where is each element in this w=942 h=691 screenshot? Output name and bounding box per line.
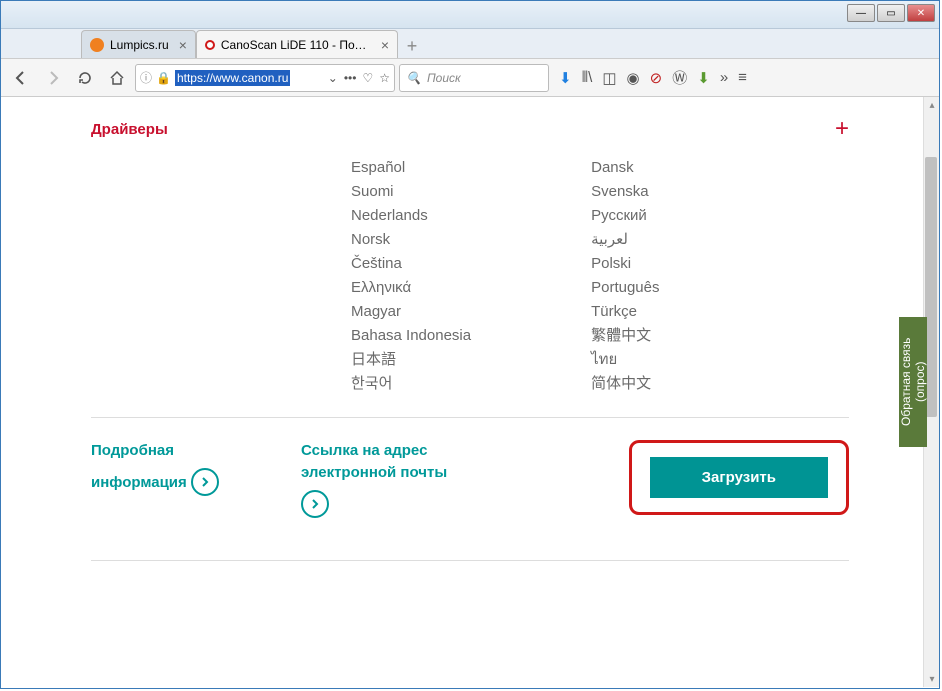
- tab-bar: Lumpics.ru × CanoScan LiDE 110 - Поддерж…: [1, 29, 939, 59]
- language-option[interactable]: 한국어: [351, 373, 471, 395]
- scroll-down-arrow[interactable]: ▾: [924, 671, 939, 687]
- tab-favicon: [90, 38, 104, 52]
- section-title: Драйверы: [91, 121, 168, 138]
- language-option[interactable]: ไทย: [591, 349, 659, 371]
- bookmark-star-icon[interactable]: ☆: [379, 71, 390, 85]
- tab-title: CanoScan LiDE 110 - Поддерж: [221, 38, 371, 52]
- download-highlight-box: Загрузить: [629, 440, 849, 515]
- language-option[interactable]: Norsk: [351, 229, 471, 251]
- link-label: Подробная информация: [91, 442, 187, 491]
- search-bar[interactable]: 🔍 Поиск: [399, 64, 549, 92]
- library-icon[interactable]: ⦀\: [582, 69, 593, 86]
- language-option[interactable]: Ελληνικά: [351, 277, 471, 299]
- extension-icon[interactable]: ◉: [627, 69, 640, 87]
- extension-icon-2[interactable]: Ⓦ: [672, 67, 687, 88]
- url-text: https://www.canon.ru: [175, 70, 290, 86]
- action-row: Подробная информация Ссылка на адрес эле…: [91, 440, 849, 538]
- reload-button[interactable]: [71, 64, 99, 92]
- url-bar[interactable]: ⓘ 🔒 https://www.canon.ru ⌄ ••• ♡ ☆: [135, 64, 395, 92]
- new-tab-button[interactable]: +: [398, 34, 426, 58]
- chevron-right-icon: [301, 490, 329, 518]
- site-info-icon[interactable]: ⓘ: [140, 69, 152, 86]
- search-icon: 🔍: [406, 71, 421, 85]
- language-option[interactable]: Русский: [591, 205, 659, 227]
- language-option[interactable]: 日本語: [351, 349, 471, 371]
- page-actions-icon[interactable]: •••: [344, 71, 357, 85]
- language-option[interactable]: Suomi: [351, 181, 471, 203]
- language-option[interactable]: Dansk: [591, 157, 659, 179]
- language-option[interactable]: Čeština: [351, 253, 471, 275]
- language-option[interactable]: Nederlands: [351, 205, 471, 227]
- browser-tab-canon[interactable]: CanoScan LiDE 110 - Поддерж ×: [196, 30, 398, 58]
- link-label: Ссылка на адрес электронной почты: [301, 442, 447, 481]
- drivers-section-header[interactable]: Драйверы +: [91, 97, 849, 157]
- language-option[interactable]: Svenska: [591, 181, 659, 203]
- divider: [91, 417, 849, 418]
- back-button[interactable]: [7, 64, 35, 92]
- tab-favicon: [205, 40, 215, 50]
- page-content: ▴ ▾ Драйверы + Español Suomi Nederlands …: [1, 97, 939, 687]
- window-close-button[interactable]: ✕: [907, 4, 935, 22]
- language-option[interactable]: Español: [351, 157, 471, 179]
- language-option[interactable]: Polski: [591, 253, 659, 275]
- menu-icon[interactable]: ≡: [738, 69, 747, 86]
- language-list: Español Suomi Nederlands Norsk Čeština Ε…: [91, 157, 849, 395]
- language-option[interactable]: 繁體中文: [591, 325, 659, 347]
- language-column-2: Dansk Svenska Русский لعربية Polski Port…: [591, 157, 659, 395]
- expand-plus-icon[interactable]: +: [835, 115, 849, 143]
- window-minimize-button[interactable]: —: [847, 4, 875, 22]
- pocket-icon[interactable]: ♡: [362, 71, 373, 85]
- tab-close-icon[interactable]: ×: [381, 37, 389, 53]
- language-option[interactable]: لعربية: [591, 229, 659, 251]
- language-option[interactable]: Português: [591, 277, 659, 299]
- feedback-side-tab[interactable]: Обратная связь (опрос): [899, 317, 927, 447]
- window-titlebar: — ▭ ✕: [1, 1, 939, 29]
- overflow-icon[interactable]: »: [720, 69, 728, 86]
- tab-title: Lumpics.ru: [110, 38, 169, 52]
- download-arrow-icon[interactable]: ⬇: [697, 69, 710, 87]
- email-link[interactable]: Ссылка на адрес электронной почты: [301, 440, 471, 518]
- home-button[interactable]: [103, 64, 131, 92]
- download-button[interactable]: Загрузить: [650, 457, 828, 498]
- language-option[interactable]: Bahasa Indonesia: [351, 325, 471, 347]
- adblock-icon[interactable]: ⊘: [650, 69, 663, 87]
- dropdown-icon[interactable]: ⌄: [328, 71, 338, 85]
- download-indicator-icon[interactable]: ⬇: [559, 69, 572, 87]
- browser-window: — ▭ ✕ Lumpics.ru × CanoScan LiDE 110 - П…: [0, 0, 940, 689]
- browser-tab-lumpics[interactable]: Lumpics.ru ×: [81, 30, 196, 58]
- forward-button[interactable]: [39, 64, 67, 92]
- details-link[interactable]: Подробная информация: [91, 440, 261, 496]
- language-option[interactable]: Magyar: [351, 301, 471, 323]
- search-placeholder: Поиск: [427, 71, 461, 85]
- sidebar-icon[interactable]: ◫: [602, 69, 616, 87]
- window-maximize-button[interactable]: ▭: [877, 4, 905, 22]
- browser-toolbar: ⓘ 🔒 https://www.canon.ru ⌄ ••• ♡ ☆ 🔍 Пои…: [1, 59, 939, 97]
- divider: [91, 560, 849, 561]
- chevron-right-icon: [191, 468, 219, 496]
- lock-icon: 🔒: [156, 71, 171, 85]
- language-column-1: Español Suomi Nederlands Norsk Čeština Ε…: [351, 157, 471, 395]
- tab-close-icon[interactable]: ×: [179, 37, 187, 53]
- language-option[interactable]: Türkçe: [591, 301, 659, 323]
- scroll-up-arrow[interactable]: ▴: [924, 97, 939, 113]
- language-option[interactable]: 简体中文: [591, 373, 659, 395]
